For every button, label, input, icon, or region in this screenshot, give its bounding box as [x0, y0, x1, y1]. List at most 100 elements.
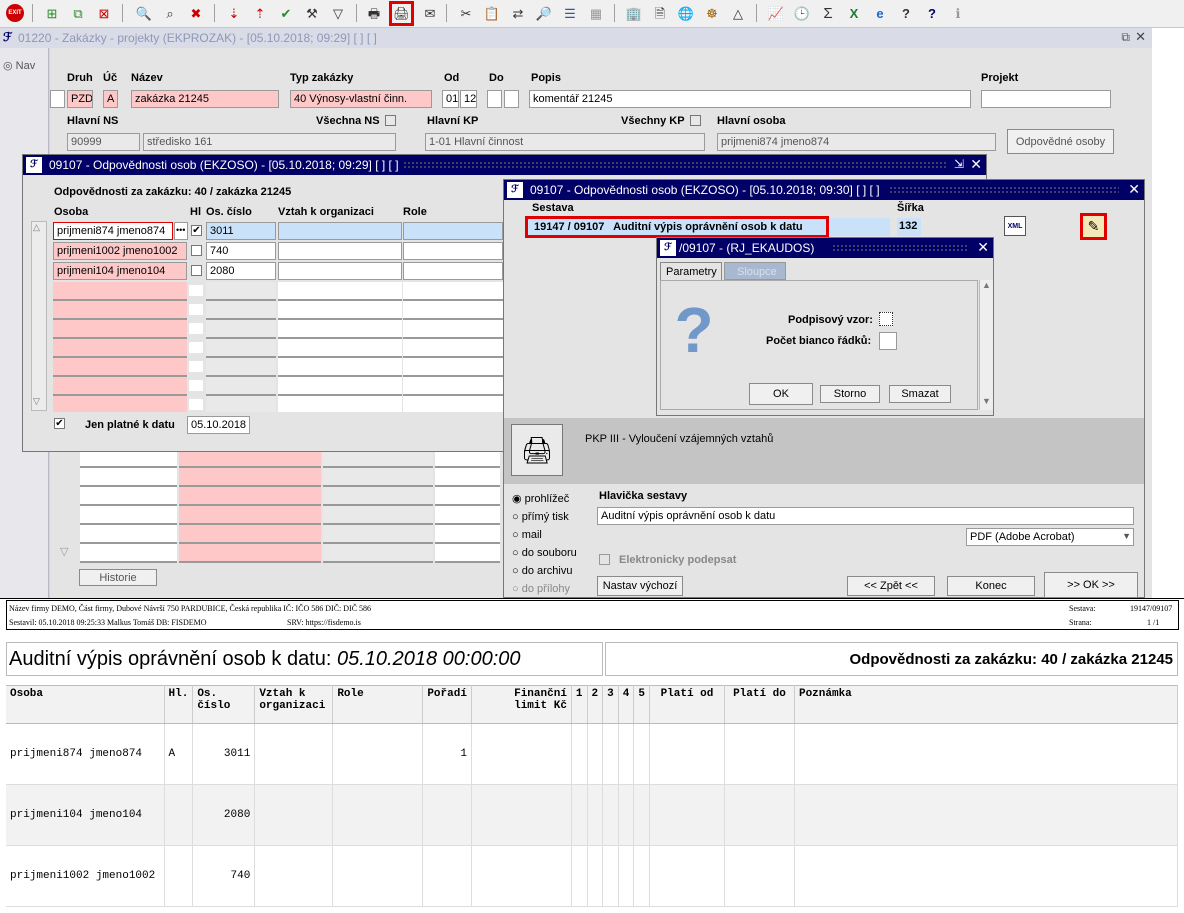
- do-field-1[interactable]: [487, 90, 502, 108]
- smazat-button[interactable]: Smazat: [889, 385, 951, 403]
- osoba-cell[interactable]: prijmeni874 jmeno874: [53, 222, 173, 240]
- paste-icon[interactable]: 📋: [482, 3, 502, 23]
- delete-record-icon[interactable]: ⊠: [94, 3, 114, 23]
- nazev-field[interactable]: zakázka 21245: [131, 90, 279, 108]
- mail-icon[interactable]: ✉: [420, 3, 440, 23]
- filter-icon[interactable]: ▽: [328, 3, 348, 23]
- cislo-cell[interactable]: 3011: [206, 222, 276, 240]
- vztah-cell[interactable]: [278, 242, 402, 260]
- scroll-down-icon[interactable]: ▼: [982, 396, 991, 406]
- empty-hl-cells[interactable]: [189, 282, 203, 412]
- minimize-icon[interactable]: ⇲: [954, 157, 964, 171]
- cislo-cell[interactable]: 2080: [206, 262, 276, 280]
- grid-scrollbar[interactable]: △ ▽: [31, 221, 47, 411]
- hlavni-ns-name-field[interactable]: středisko 161: [143, 133, 396, 151]
- el-podpis-checkbox[interactable]: [599, 554, 610, 565]
- exit-icon[interactable]: EXIT: [6, 4, 24, 22]
- podpisovy-field[interactable]: [879, 312, 893, 326]
- uc-field[interactable]: A: [103, 90, 118, 108]
- hlavni-ns-code-field[interactable]: 90999: [67, 133, 140, 151]
- print-icon[interactable]: 🖶: [364, 3, 384, 23]
- browser-icon[interactable]: e: [870, 3, 890, 23]
- empty-osoba-cells[interactable]: [53, 282, 187, 412]
- tab-sloupce[interactable]: Sloupce: [724, 262, 786, 280]
- role-cell[interactable]: [403, 262, 503, 280]
- edit-report-icon[interactable]: ✎: [1080, 213, 1107, 240]
- hl-checkbox[interactable]: [191, 245, 202, 256]
- osoba-cell[interactable]: prijmeni104 jmeno104: [53, 262, 187, 280]
- info-icon[interactable]: ℹ: [948, 3, 968, 23]
- druh-field[interactable]: PZD: [67, 90, 93, 108]
- help-icon[interactable]: ?: [922, 3, 942, 23]
- format-select[interactable]: PDF (Adobe Acrobat) ▼: [966, 528, 1134, 546]
- nastav-vychozi-button[interactable]: Nastav výchozí: [597, 576, 683, 596]
- scroll-down-icon[interactable]: ▽: [60, 545, 68, 558]
- hl-checkbox[interactable]: ✔: [191, 225, 202, 236]
- projekt-field[interactable]: [981, 90, 1111, 108]
- copy-record-icon[interactable]: ⧉: [68, 3, 88, 23]
- printer-icon[interactable]: 🖨: [511, 424, 563, 476]
- radio-mail[interactable]: ○ mail: [512, 526, 577, 544]
- sestava-selection[interactable]: 19147 / 09107 Auditní výpis oprávnění os…: [525, 216, 829, 238]
- tools-icon[interactable]: ⚒: [302, 3, 322, 23]
- historie-button[interactable]: Historie: [79, 569, 157, 586]
- close-icon[interactable]: ✕: [1128, 181, 1140, 198]
- restore-icon[interactable]: ⧉: [1121, 30, 1130, 45]
- close-icon[interactable]: ✕: [1135, 29, 1146, 45]
- cislo-cell[interactable]: 740: [206, 242, 276, 260]
- exchange-icon[interactable]: ⇄: [508, 3, 528, 23]
- odpovedne-osoby-button[interactable]: Odpovědné osoby: [1007, 129, 1114, 154]
- sum-icon[interactable]: Σ: [818, 3, 838, 23]
- empty-vztah-cells[interactable]: [278, 282, 402, 412]
- find-next-icon[interactable]: ⌕: [160, 3, 180, 23]
- sort-asc-icon[interactable]: ⇣: [224, 3, 244, 23]
- scroll-up-icon[interactable]: ▲: [982, 280, 991, 290]
- pocet-field[interactable]: [879, 332, 897, 350]
- grid-icon[interactable]: ▦: [586, 3, 606, 23]
- radio-do-archivu[interactable]: ○ do archivu: [512, 562, 577, 580]
- cut-icon[interactable]: ✂: [456, 3, 476, 23]
- close-icon[interactable]: ✕: [977, 239, 989, 256]
- scroll-down-icon[interactable]: ▽: [33, 396, 40, 407]
- nav-button[interactable]: ◎ Nav: [3, 59, 35, 72]
- document-icon[interactable]: 🗎: [650, 3, 670, 23]
- od-field-2[interactable]: 12: [460, 90, 477, 108]
- clear-find-icon[interactable]: ✖: [186, 3, 206, 23]
- empty-role-cells[interactable]: [403, 282, 503, 412]
- osoba-cell[interactable]: prijmeni1002 jmeno1002: [53, 242, 187, 260]
- hl-checkbox[interactable]: [191, 265, 202, 276]
- close-icon[interactable]: ✕: [970, 156, 982, 173]
- role-cell[interactable]: [403, 222, 503, 240]
- radio-primy-tisk[interactable]: ○ přímý tisk: [512, 508, 577, 526]
- scroll-up-icon[interactable]: △: [33, 222, 40, 233]
- konec-button[interactable]: Konec: [947, 576, 1035, 596]
- xml-icon[interactable]: XML: [1004, 216, 1026, 236]
- building-icon[interactable]: 🏢: [624, 3, 644, 23]
- radio-do-prilohy[interactable]: ○ do přílohy: [512, 580, 577, 598]
- tab-parametry[interactable]: Parametry: [660, 262, 722, 280]
- clock-icon[interactable]: 🕒: [792, 3, 812, 23]
- vsechny-kp-checkbox[interactable]: [690, 115, 701, 126]
- print-report-icon[interactable]: 🖨: [389, 1, 414, 26]
- globe-icon[interactable]: 🌐: [676, 3, 696, 23]
- empty-cislo-cells[interactable]: [206, 282, 276, 412]
- list-icon[interactable]: ☰: [560, 3, 580, 23]
- hlavni-osoba-field[interactable]: prijmeni874 jmeno874: [717, 133, 996, 151]
- add-record-icon[interactable]: ⊞: [42, 3, 62, 23]
- vztah-cell[interactable]: [278, 262, 402, 280]
- hlavicka-field[interactable]: Auditní výpis oprávnění osob k datu: [597, 507, 1134, 525]
- zpet-button[interactable]: << Zpět <<: [847, 576, 935, 596]
- radio-prohlizec[interactable]: ◉ prohlížeč: [512, 490, 577, 508]
- ok-button[interactable]: OK: [749, 383, 813, 405]
- vztah-cell[interactable]: [278, 222, 402, 240]
- popis-field[interactable]: komentář 21245: [529, 90, 971, 108]
- triangle-icon[interactable]: △: [728, 3, 748, 23]
- chart-icon[interactable]: 📈: [766, 3, 786, 23]
- help-context-icon[interactable]: ?: [896, 3, 916, 23]
- row-selector[interactable]: [50, 90, 65, 108]
- do-field-2[interactable]: [504, 90, 519, 108]
- zoom-icon[interactable]: 🔎: [534, 3, 554, 23]
- vsechna-ns-checkbox[interactable]: [385, 115, 396, 126]
- confirm-icon[interactable]: ✔: [276, 3, 296, 23]
- typ-field[interactable]: 40 Výnosy-vlastní činn.: [290, 90, 432, 108]
